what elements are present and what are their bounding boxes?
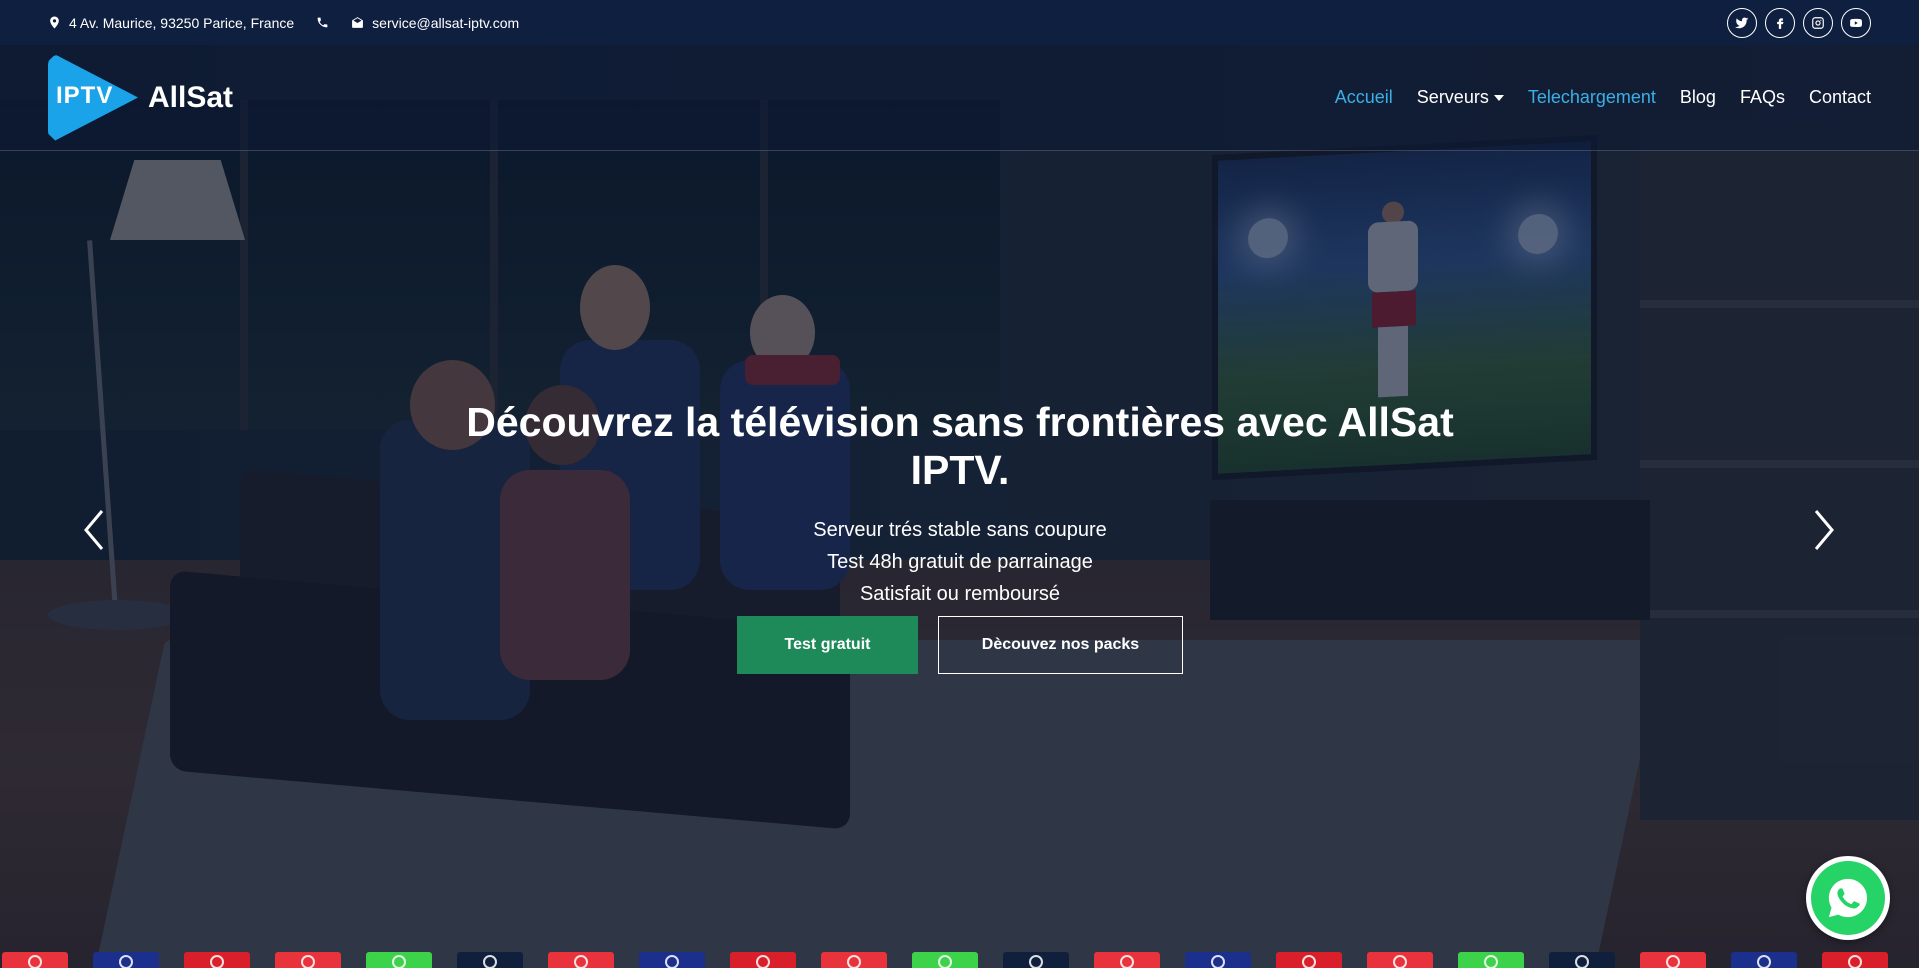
phone-item[interactable] <box>316 16 329 29</box>
logo-text: AllSat <box>148 80 234 114</box>
envelope-icon <box>352 17 364 28</box>
league-emblem-icon <box>938 955 952 968</box>
chevron-left-icon <box>84 510 104 550</box>
league-logo-strip <box>0 952 1919 968</box>
contact-info: 4 Av. Maurice, 93250 Parice, France serv… <box>48 15 519 31</box>
league-logo <box>275 952 341 968</box>
league-logo <box>1731 952 1797 968</box>
league-emblem-icon <box>483 955 497 968</box>
league-logo <box>366 952 432 968</box>
league-emblem-icon <box>574 955 588 968</box>
league-emblem-icon <box>301 955 315 968</box>
facebook-icon <box>1777 17 1784 29</box>
league-logo <box>1003 952 1069 968</box>
league-logo <box>184 952 250 968</box>
carousel-next-button[interactable] <box>1808 505 1838 555</box>
league-logo <box>912 952 978 968</box>
hero-feature: Test 48h gratuit de parrainage <box>827 551 1093 573</box>
instagram-link[interactable] <box>1803 7 1833 38</box>
address-text: 4 Av. Maurice, 93250 Parice, France <box>69 14 295 31</box>
league-logo <box>548 952 614 968</box>
hero-features: Serveur trés stable sans coupure Test 48… <box>460 514 1460 610</box>
youtube-icon <box>1850 18 1863 27</box>
youtube-link[interactable] <box>1841 7 1871 38</box>
league-logo <box>1822 952 1888 968</box>
email-item[interactable]: service@allsat-iptv.com <box>351 15 519 31</box>
league-emblem-icon <box>119 955 133 968</box>
league-emblem-icon <box>1120 955 1134 968</box>
league-emblem-icon <box>210 955 224 968</box>
league-emblem-icon <box>847 955 861 968</box>
phone-icon <box>317 17 328 28</box>
nav-accueil[interactable]: Accueil <box>1335 87 1393 108</box>
league-logo <box>639 952 705 968</box>
nav-serveurs-label: Serveurs <box>1416 87 1489 107</box>
league-logo <box>1094 952 1160 968</box>
league-emblem-icon <box>1848 955 1862 968</box>
league-logo <box>821 952 887 968</box>
league-logo <box>1367 952 1433 968</box>
hero-title: Découvrez la télévision sans frontières … <box>466 399 1454 493</box>
league-emblem-icon <box>1484 955 1498 968</box>
league-emblem-icon <box>28 955 42 968</box>
address-item: 4 Av. Maurice, 93250 Parice, France <box>48 15 294 31</box>
chevron-down-icon <box>1493 94 1504 101</box>
league-logo <box>93 952 159 968</box>
league-logo <box>730 952 796 968</box>
facebook-link[interactable] <box>1765 7 1795 38</box>
test-gratuit-button[interactable]: Test gratuit <box>737 616 918 674</box>
league-emblem-icon <box>1302 955 1316 968</box>
discover-packs-button[interactable]: Dècouvez nos packs <box>938 616 1183 674</box>
league-logo <box>457 952 523 968</box>
nav-faqs[interactable]: FAQs <box>1740 87 1785 108</box>
league-logo <box>1276 952 1342 968</box>
league-emblem-icon <box>1029 955 1043 968</box>
hero-feature: Satisfait ou remboursé <box>859 583 1061 605</box>
nav-blog[interactable]: Blog <box>1680 87 1716 108</box>
league-emblem-icon <box>665 955 679 968</box>
nav-contact[interactable]: Contact <box>1809 87 1871 108</box>
hero-feature: Serveur trés stable sans coupure <box>813 519 1107 541</box>
top-info-bar: 4 Av. Maurice, 93250 Parice, France serv… <box>0 0 1919 45</box>
league-emblem-icon <box>1393 955 1407 968</box>
league-emblem-icon <box>1211 955 1225 968</box>
hero-buttons: Test gratuit Dècouvez nos packs <box>460 616 1460 674</box>
email-text[interactable]: service@allsat-iptv.com <box>372 15 519 31</box>
logo-mark-text: IPTV <box>56 81 114 109</box>
nav-serveurs[interactable]: Serveurs <box>1417 87 1504 108</box>
logo-play-icon: IPTV <box>48 54 138 141</box>
carousel-prev-button[interactable] <box>80 505 110 555</box>
twitter-link[interactable] <box>1727 7 1757 38</box>
league-logo <box>1185 952 1251 968</box>
site-logo[interactable]: IPTV AllSat <box>48 54 234 141</box>
nav-telechargement[interactable]: Telechargement <box>1528 87 1656 108</box>
league-emblem-icon <box>756 955 770 968</box>
main-nav: Accueil Serveurs Telechargement Blog FAQ… <box>1335 87 1871 108</box>
league-emblem-icon <box>392 955 406 968</box>
whatsapp-button[interactable] <box>1806 856 1890 940</box>
whatsapp-icon <box>1828 878 1868 918</box>
league-logo <box>1458 952 1524 968</box>
hero-content: Découvrez la télévision sans frontières … <box>460 398 1460 674</box>
map-pin-icon <box>50 16 59 29</box>
twitter-icon <box>1735 17 1749 28</box>
league-emblem-icon <box>1575 955 1589 968</box>
site-header: IPTV AllSat Accueil Serveurs Telechargem… <box>0 45 1919 151</box>
league-logo <box>2 952 68 968</box>
league-emblem-icon <box>1666 955 1680 968</box>
league-logo <box>1549 952 1615 968</box>
league-emblem-icon <box>1757 955 1771 968</box>
instagram-icon <box>1812 16 1824 29</box>
league-logo <box>1640 952 1706 968</box>
social-links <box>1727 7 1871 38</box>
chevron-right-icon <box>1814 510 1834 550</box>
